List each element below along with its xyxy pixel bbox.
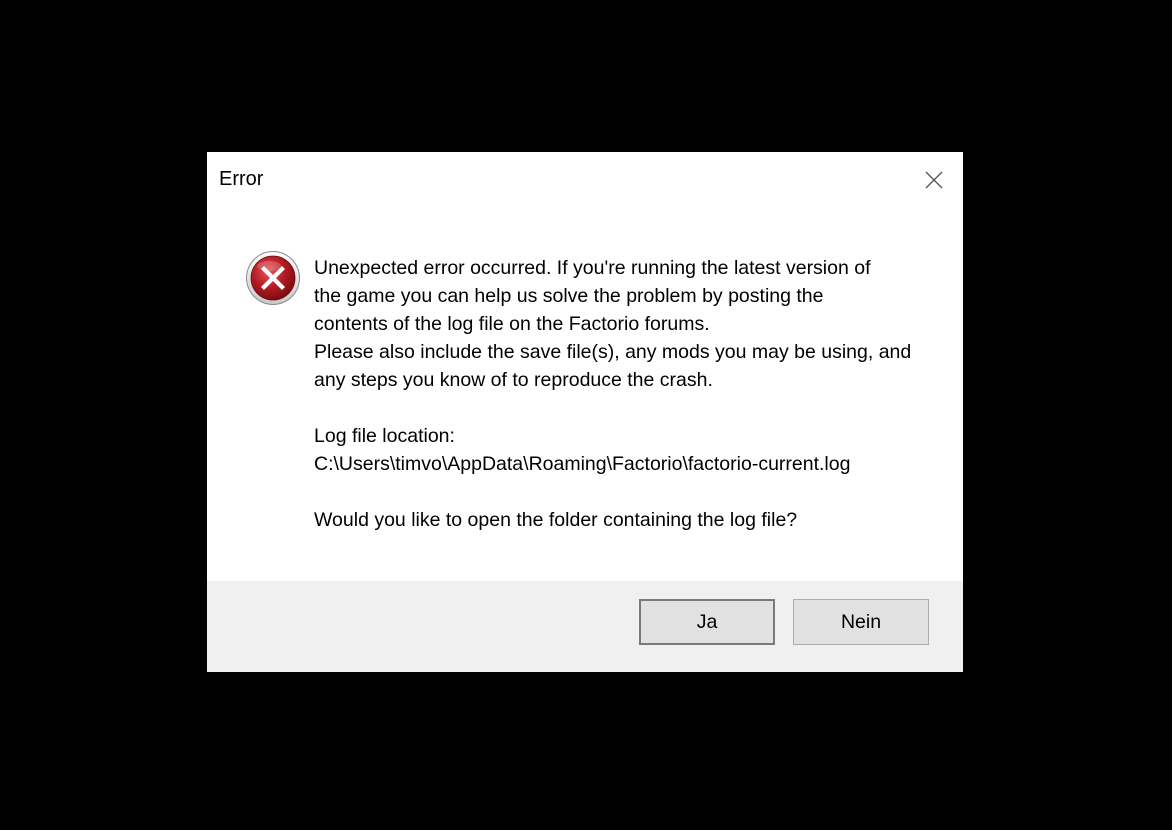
- button-bar: Ja Nein: [207, 581, 963, 672]
- close-button[interactable]: [907, 160, 961, 200]
- close-icon: [925, 171, 943, 189]
- log-location-label: Log file location:: [314, 425, 455, 447]
- yes-button[interactable]: Ja: [639, 599, 775, 645]
- error-message: Unexpected error occurred. If you're run…: [314, 254, 914, 534]
- message-line: any steps you know of to reproduce the c…: [314, 369, 713, 391]
- message-line: Please also include the save file(s), an…: [314, 341, 912, 363]
- error-icon: [245, 250, 301, 306]
- open-folder-question: Would you like to open the folder contai…: [314, 509, 798, 531]
- title-bar: Error: [207, 152, 963, 206]
- dialog-content: Unexpected error occurred. If you're run…: [207, 206, 963, 581]
- message-line: the game you can help us solve the probl…: [314, 285, 824, 307]
- message-line: contents of the log file on the Factorio…: [314, 313, 710, 335]
- no-button[interactable]: Nein: [793, 599, 929, 645]
- message-line: Unexpected error occurred. If you're run…: [314, 257, 871, 279]
- dialog-title: Error: [219, 168, 264, 190]
- error-dialog: Error Unexpected error occurred. If you'…: [207, 152, 963, 672]
- log-file-path: C:\Users\timvo\AppData\Roaming\Factorio\…: [314, 453, 851, 475]
